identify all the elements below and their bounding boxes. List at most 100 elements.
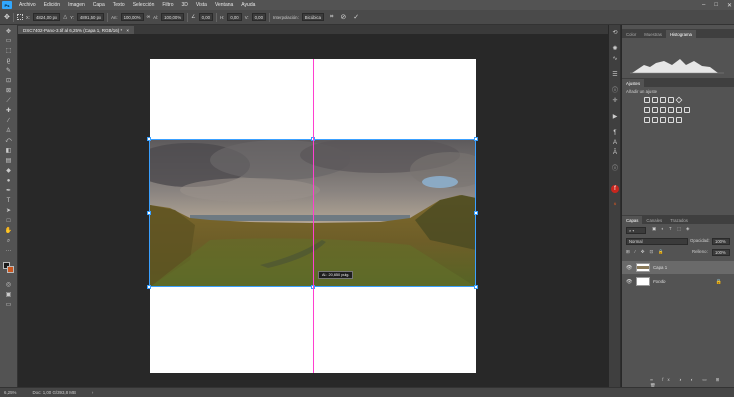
v-skew-field[interactable]: 0,00 [251, 13, 266, 21]
zoom-level[interactable]: 6,25% [4, 390, 16, 395]
menu-texto[interactable]: Texto [109, 2, 129, 8]
vertical-guide[interactable] [313, 59, 314, 373]
brush-tool-icon[interactable]: ∕ [4, 117, 13, 125]
handle-bottom-left[interactable] [147, 285, 151, 289]
tab-histogram[interactable]: Histograma [665, 30, 696, 38]
gradient-map-icon[interactable] [676, 117, 682, 123]
tab-swatches[interactable]: Muestras [640, 30, 666, 38]
libraries-icon[interactable]: ⓘ [611, 165, 619, 173]
brightness-contrast-icon[interactable] [644, 97, 650, 103]
brush-settings-icon[interactable]: ✺ [611, 45, 619, 53]
height-field[interactable]: 100,00% [161, 13, 185, 21]
tab-channels[interactable]: Canales [642, 216, 666, 224]
posterize-icon[interactable] [652, 117, 658, 123]
hand-tool-icon[interactable]: ✋ [4, 227, 13, 235]
tab-paths[interactable]: Trazados [666, 216, 692, 224]
frame-tool-icon[interactable]: ⊠ [4, 87, 13, 95]
angle-field[interactable]: 0,00 [198, 13, 213, 21]
interpolation-select[interactable]: Bicúbica [301, 13, 325, 21]
dodge-tool-icon[interactable]: ● [4, 177, 13, 185]
rectangle-tool-icon[interactable]: □ [4, 217, 13, 225]
commit-transform-button[interactable]: ✓ [353, 13, 359, 21]
menu-3d[interactable]: 3D [178, 2, 192, 8]
delta-icon[interactable]: △ [63, 14, 67, 20]
blur-tool-icon[interactable]: ◆ [4, 167, 13, 175]
reference-point-icon[interactable] [16, 14, 23, 20]
x-position-field[interactable]: 4824,00 px [32, 13, 61, 21]
gradient-tool-icon[interactable]: ▤ [4, 157, 13, 165]
tab-color[interactable]: Color [622, 30, 640, 38]
plugin-icon[interactable]: f [611, 185, 619, 193]
status-arrow[interactable]: › [92, 390, 93, 395]
layer-row-capa-1[interactable]: 👁 Capa 1 [622, 261, 734, 274]
channel-mixer-icon[interactable] [676, 107, 682, 113]
brushes-icon[interactable]: ∿ [611, 55, 619, 63]
hue-saturation-icon[interactable] [644, 107, 650, 113]
quick-mask-icon[interactable]: ◎ [4, 281, 13, 289]
blend-mode-select[interactable]: Normal [626, 238, 688, 245]
layer-filter-icons[interactable]: ▣ ◐ T ⬚ ◈ [652, 226, 691, 232]
menu-ventana[interactable]: Ventana [211, 2, 237, 8]
width-field[interactable]: 100,00% [120, 13, 144, 21]
paragraph-icon[interactable]: ¶ [611, 129, 619, 137]
document-tab[interactable]: DSC7402-Pano-3.tif al 6,25% (Capa 1, RGB… [18, 26, 134, 34]
curves-icon[interactable] [660, 97, 666, 103]
menu-capa[interactable]: Capa [89, 2, 109, 8]
quick-select-tool-icon[interactable]: ✎ [4, 67, 13, 75]
handle-top-right[interactable] [474, 137, 478, 141]
menu-ayuda[interactable]: Ayuda [237, 2, 259, 8]
marquee-tool-icon[interactable]: ⬚ [4, 47, 13, 55]
properties-icon[interactable]: ☰ [611, 71, 619, 79]
info-icon[interactable]: ⓘ [611, 87, 619, 95]
path-selection-tool-icon[interactable]: ➤ [4, 207, 13, 215]
glyphs-icon[interactable]: Ᾰ [611, 149, 619, 157]
handle-middle-left[interactable] [147, 211, 151, 215]
cancel-transform-button[interactable]: ⊘ [340, 13, 346, 21]
move-tool-icon[interactable]: ✥ [4, 13, 10, 21]
actions-icon[interactable]: ▶ [611, 113, 619, 121]
h-skew-field[interactable]: 0,00 [227, 13, 242, 21]
edit-toolbar-icon[interactable]: ▭ [4, 301, 13, 309]
lock-icons[interactable]: ⊞ ∕ ✥ ⊡ 🔒 [626, 249, 666, 255]
color-lookup-icon[interactable] [684, 107, 690, 113]
exposure-icon[interactable] [668, 97, 674, 103]
threshold-icon[interactable] [660, 117, 666, 123]
character-icon[interactable]: A [611, 139, 619, 147]
menu-imagen[interactable]: Imagen [64, 2, 89, 8]
black-white-icon[interactable] [660, 107, 666, 113]
history-icon[interactable]: ⟲ [611, 29, 619, 37]
invert-icon[interactable] [644, 117, 650, 123]
menu-vista[interactable]: Vista [192, 2, 211, 8]
artboard-tool-icon[interactable]: ▭ [4, 37, 13, 45]
warp-icon[interactable]: ⌗ [330, 14, 333, 21]
handle-bottom-right[interactable] [474, 285, 478, 289]
visibility-eye-icon[interactable]: 👁 [626, 279, 632, 285]
eyedropper-tool-icon[interactable]: ⟋ [4, 97, 13, 105]
type-tool-icon[interactable]: T [4, 197, 13, 205]
more-tools-icon[interactable]: ··· [4, 247, 13, 255]
visibility-eye-icon[interactable]: 👁 [626, 265, 632, 271]
layer-filter-kind[interactable]: ⌕ ▾ [626, 227, 646, 234]
menu-edicion[interactable]: Edición [40, 2, 64, 8]
levels-icon[interactable] [652, 97, 658, 103]
fill-field[interactable]: 100% [712, 249, 730, 256]
eraser-tool-icon[interactable]: ◧ [4, 147, 13, 155]
handle-middle-right[interactable] [474, 211, 478, 215]
menu-seleccion[interactable]: Selección [129, 2, 159, 8]
history-brush-tool-icon[interactable]: ⤺ [4, 137, 13, 145]
background-color-swatch[interactable] [7, 266, 14, 273]
crop-tool-icon[interactable]: ⊡ [4, 77, 13, 85]
menu-archivo[interactable]: Archivo [15, 2, 40, 8]
menu-filtro[interactable]: Filtro [158, 2, 177, 8]
zoom-tool-icon[interactable]: ⌕ [4, 237, 13, 245]
move-tool-icon[interactable]: ✥ [4, 28, 13, 36]
healing-brush-tool-icon[interactable]: ✚ [4, 107, 13, 115]
tab-adjustments[interactable]: Ajustes [622, 79, 645, 87]
color-balance-icon[interactable] [652, 107, 658, 113]
tab-layers[interactable]: Capas [622, 216, 643, 224]
clone-stamp-tool-icon[interactable]: ♙ [4, 127, 13, 135]
vibrance-icon[interactable] [675, 96, 683, 104]
y-position-field[interactable]: 4891,50 px [76, 13, 105, 21]
lasso-tool-icon[interactable]: ϱ [4, 57, 13, 65]
extension-icon[interactable]: ℴ [611, 200, 619, 208]
